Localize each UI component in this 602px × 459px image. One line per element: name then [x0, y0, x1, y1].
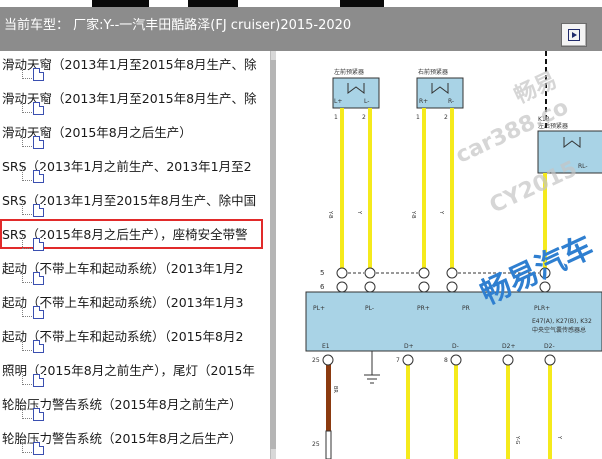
ground-lead [325, 430, 332, 459]
document-icon[interactable] [33, 136, 44, 149]
ecu-pin-label: D- [452, 343, 459, 350]
right-pretensioner-label: 右前预紧器 [418, 68, 448, 76]
ecu-pin-label: D2+ [502, 343, 515, 350]
document-icon[interactable] [33, 306, 44, 319]
connector-pin [446, 267, 458, 279]
wire-color-label: Y-B [410, 210, 416, 219]
document-icon[interactable] [33, 408, 44, 421]
ecu-connector-label: E47(A), K27(B), K32 [532, 318, 592, 325]
pin-number: 8 [444, 357, 448, 364]
ecu-pin-label: PR+ [417, 305, 430, 312]
diagram-tree: 滑动天窗（2013年1月至2015年8月生产、除 滑动天窗（2013年1月至20… [0, 51, 270, 459]
tree-item[interactable]: 轮胎压力警告系统（2015年8月之后生产） [0, 425, 270, 459]
tree-item[interactable]: SRS（2013年1月之前生产、2013年1月至2 [0, 153, 270, 187]
wire-yellow [406, 363, 410, 459]
document-icon[interactable] [33, 68, 44, 81]
connector-pin [336, 267, 348, 279]
pin-number: 5 [320, 269, 324, 277]
top-strip-block [92, 0, 149, 7]
document-icon[interactable] [33, 238, 44, 251]
document-icon[interactable] [33, 170, 44, 183]
connector-pin [402, 354, 414, 366]
tree-item[interactable]: SRS（2013年1月至2015年8月生产、除中国 [0, 187, 270, 221]
wiring-diagram: 左前预紧器 右前预紧器 K13 左后预紧器 L+ L- R+ R- RL- 1 … [276, 51, 602, 459]
tree-item[interactable]: 滑动天窗（2013年1月至2015年8月生产、除 [0, 51, 270, 85]
wire-yellow [422, 108, 426, 268]
pin-number: 1 [416, 114, 420, 121]
connector-pin [322, 354, 334, 366]
tree-item[interactable]: 照明（2015年8月之前生产），尾灯（2015年 [0, 357, 270, 391]
pin-number: 7 [396, 357, 400, 364]
wire-color-label: BR [332, 386, 338, 393]
pin-label: R+ [419, 98, 428, 105]
pin-number: 1 [334, 114, 338, 121]
connector-pin [364, 267, 376, 279]
ecu-pin-label: D+ [404, 343, 414, 350]
wire-color-label: Y-B [327, 210, 333, 219]
tree-item[interactable]: 滑动天窗（2013年1月至2015年8月生产、除 [0, 85, 270, 119]
document-icon[interactable] [33, 340, 44, 353]
connector-pin [446, 281, 458, 293]
collapse-panel-button[interactable] [561, 23, 587, 47]
pin-label: L+ [334, 98, 342, 105]
wire-color-label: Y [556, 435, 562, 440]
header-bar: 当前车型： 厂家:Y--一汽丰田酷路泽(FJ cruiser)2015-2020 [0, 7, 602, 51]
wire-color-label: Y-G [514, 435, 520, 444]
ecu-pin-label: PL+ [313, 305, 325, 312]
tree-item[interactable]: 起动（不带上车和起动系统）（2015年8月2 [0, 323, 270, 357]
connector-pin [418, 281, 430, 293]
top-strip-block [340, 0, 384, 7]
ecu-name-label: 中央空气囊传感器总 [532, 326, 586, 334]
pin-label: R- [448, 98, 454, 105]
document-icon[interactable] [33, 102, 44, 115]
pin-label: RL- [578, 163, 588, 170]
document-icon[interactable] [33, 204, 44, 217]
connector-pin [364, 281, 376, 293]
wire-yellow [454, 363, 458, 459]
connector-pin [336, 281, 348, 293]
connector-pin [418, 267, 430, 279]
ecu-pin-label: PR [462, 305, 470, 312]
document-icon[interactable] [33, 374, 44, 387]
panel-toggle-icon [568, 29, 580, 41]
ecu-pin-label: D2- [544, 343, 555, 350]
tree-item-selected[interactable]: SRS（2015年8月之后生产），座椅安全带警 [0, 219, 270, 255]
ecu-pin-label: PL- [365, 305, 374, 312]
wire-color-label: Y [438, 210, 444, 215]
wire-color-label: Y [356, 210, 362, 215]
document-icon[interactable] [33, 442, 44, 455]
current-model-title: 当前车型： 厂家:Y--一汽丰田酷路泽(FJ cruiser)2015-2020 [4, 18, 352, 33]
pin-number: 25 [312, 441, 320, 448]
tree-item[interactable]: 滑动天窗（2015年8月之后生产） [0, 119, 270, 153]
wire-brown [326, 363, 331, 431]
wire-yellow [340, 108, 344, 268]
pin-number: 6 [320, 283, 325, 291]
ecu-pin-label: E1 [322, 343, 330, 350]
wire-yellow [368, 108, 372, 268]
connector-pin [450, 354, 462, 366]
tree-item[interactable]: 起动（不带上车和起动系统）（2013年1月2 [0, 255, 270, 289]
tree-item[interactable]: 轮胎压力警告系统（2015年8月之前生产） [0, 391, 270, 425]
left-pretensioner-label: 左前预紧器 [334, 68, 364, 76]
pin-number: 2 [444, 114, 448, 121]
wire-yellow [548, 363, 552, 459]
wire-yellow [450, 108, 454, 268]
connector-pin [544, 354, 556, 366]
pin-number: 2 [362, 114, 366, 121]
pin-label: L- [364, 98, 369, 105]
top-strip-block [188, 0, 238, 7]
document-icon[interactable] [33, 272, 44, 285]
pin-number: 25 [312, 357, 320, 364]
tree-item[interactable]: 起动（不带上车和起动系统）（2013年1月3 [0, 289, 270, 323]
wire-yellow [506, 363, 510, 459]
top-strip [0, 0, 602, 7]
ecu-pin-label: PLR+ [534, 305, 550, 312]
connector-pin [502, 354, 514, 366]
